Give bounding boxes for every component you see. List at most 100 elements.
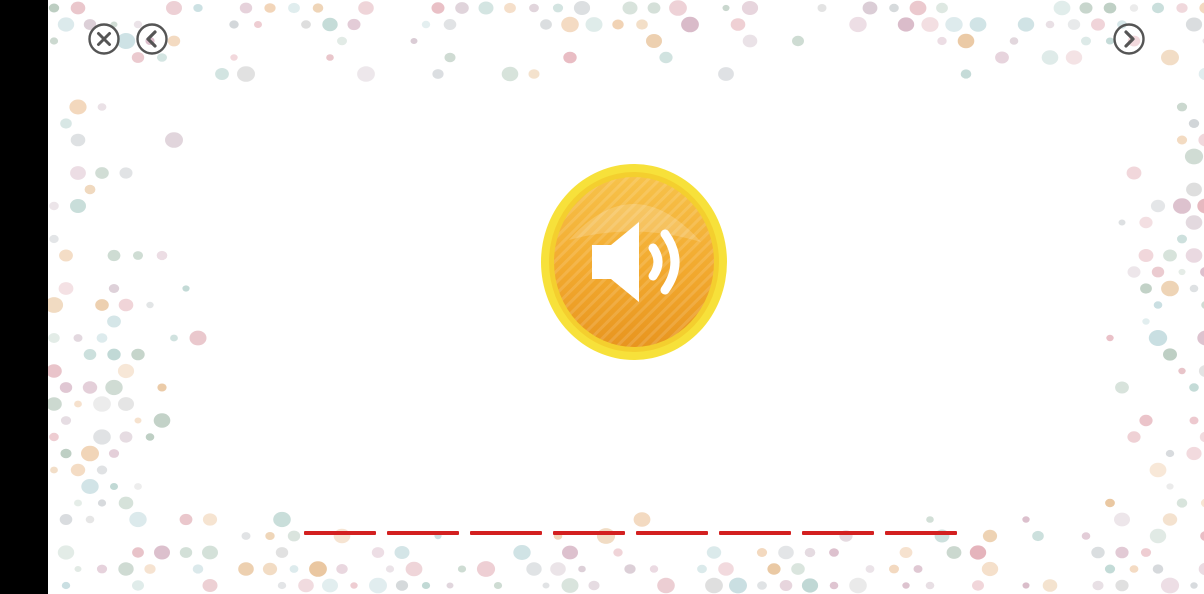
decor-dot xyxy=(1173,198,1191,214)
answer-slot xyxy=(885,531,957,535)
decor-dot xyxy=(1185,17,1203,32)
decor-dot xyxy=(722,4,730,12)
decor-dot xyxy=(202,579,218,592)
decor-dot xyxy=(119,167,133,179)
decor-dot xyxy=(145,433,155,441)
decor-dot xyxy=(146,301,154,309)
play-sound-button[interactable] xyxy=(539,162,729,362)
decor-dot xyxy=(48,364,62,378)
decor-dot xyxy=(563,51,577,64)
decor-dot xyxy=(1022,582,1030,589)
decor-dot xyxy=(1184,148,1204,165)
decor-dot xyxy=(1189,383,1199,392)
decor-dot xyxy=(1176,498,1188,508)
decor-dot xyxy=(192,564,204,574)
decor-dot xyxy=(829,548,839,557)
decor-dot xyxy=(1106,334,1114,342)
decor-dot xyxy=(742,34,758,48)
decor-dot xyxy=(562,545,578,560)
decor-dot xyxy=(108,449,120,458)
decor-dot xyxy=(59,382,73,393)
decor-dot xyxy=(357,66,375,82)
decor-dot xyxy=(902,582,910,589)
decor-dot xyxy=(287,530,301,542)
decor-dot xyxy=(561,578,579,593)
next-arrow-icon xyxy=(1113,23,1145,55)
decor-dot xyxy=(1115,381,1129,394)
decor-dot xyxy=(969,545,987,560)
decor-dot xyxy=(1041,50,1059,65)
decor-dot xyxy=(1129,565,1139,573)
answer-slot xyxy=(553,531,625,535)
decor-dot xyxy=(74,566,82,572)
decor-dot xyxy=(57,17,75,32)
decor-dot xyxy=(215,68,229,80)
decor-dot xyxy=(154,545,170,560)
decor-dot xyxy=(1198,365,1204,377)
decor-dot xyxy=(1115,546,1129,559)
next-button[interactable] xyxy=(1112,22,1146,56)
decor-dot xyxy=(542,582,550,589)
decor-dot xyxy=(659,51,673,64)
decor-dot xyxy=(669,0,687,16)
decor-dot xyxy=(561,16,579,33)
decor-dot xyxy=(96,465,108,475)
decor-dot xyxy=(301,20,311,29)
decor-dot xyxy=(741,1,759,15)
decor-dot xyxy=(277,581,287,590)
decor-dot xyxy=(262,562,278,576)
decor-dot xyxy=(273,511,291,528)
decor-dot xyxy=(1149,528,1167,544)
decor-dot xyxy=(1065,50,1083,65)
decor-dot xyxy=(179,513,193,526)
decor-dot xyxy=(1104,564,1116,574)
close-button[interactable] xyxy=(87,22,121,56)
decor-dot xyxy=(118,298,134,312)
decor-dot xyxy=(1115,579,1129,592)
decor-dot xyxy=(48,397,62,411)
decor-dot xyxy=(431,2,445,14)
decor-dot xyxy=(108,284,120,293)
decor-dot xyxy=(1139,216,1153,229)
decor-dot xyxy=(804,547,816,558)
decor-dot xyxy=(657,577,675,594)
decor-dot xyxy=(93,396,111,412)
decor-dot xyxy=(74,400,82,408)
decor-dot xyxy=(118,397,134,411)
decor-dot xyxy=(718,562,734,576)
decor-dot xyxy=(1091,546,1105,559)
decor-dot xyxy=(59,514,73,525)
decor-dot xyxy=(70,166,86,180)
decor-dot xyxy=(193,4,203,12)
decor-dot xyxy=(1153,301,1163,309)
decor-dot xyxy=(237,66,255,82)
decor-dot xyxy=(1200,267,1204,277)
decor-dot xyxy=(926,516,934,523)
decor-dot xyxy=(889,3,899,13)
decor-dot xyxy=(1148,330,1168,346)
decor-dot xyxy=(350,582,358,589)
decor-dot xyxy=(1105,498,1115,508)
decor-dot xyxy=(526,562,542,576)
back-button[interactable] xyxy=(135,22,169,56)
decor-dot xyxy=(767,563,781,575)
decor-dot xyxy=(58,282,74,295)
decor-dot xyxy=(49,234,59,244)
decor-dot xyxy=(322,17,338,32)
decor-dot xyxy=(1152,2,1164,14)
decor-dot xyxy=(622,1,638,15)
decor-dot xyxy=(1163,348,1177,361)
decor-dot xyxy=(1150,199,1166,213)
decor-dot xyxy=(405,561,423,577)
decor-dot xyxy=(899,547,913,558)
decor-dot xyxy=(757,581,767,590)
decor-dot xyxy=(1139,414,1153,427)
decor-dot xyxy=(432,69,444,79)
decor-dot xyxy=(107,249,121,262)
decor-dot xyxy=(385,565,395,573)
close-icon xyxy=(88,23,120,55)
decor-dot xyxy=(1138,249,1154,262)
decor-dot xyxy=(48,3,60,13)
decor-dot xyxy=(105,379,123,396)
decor-dot xyxy=(681,16,699,33)
